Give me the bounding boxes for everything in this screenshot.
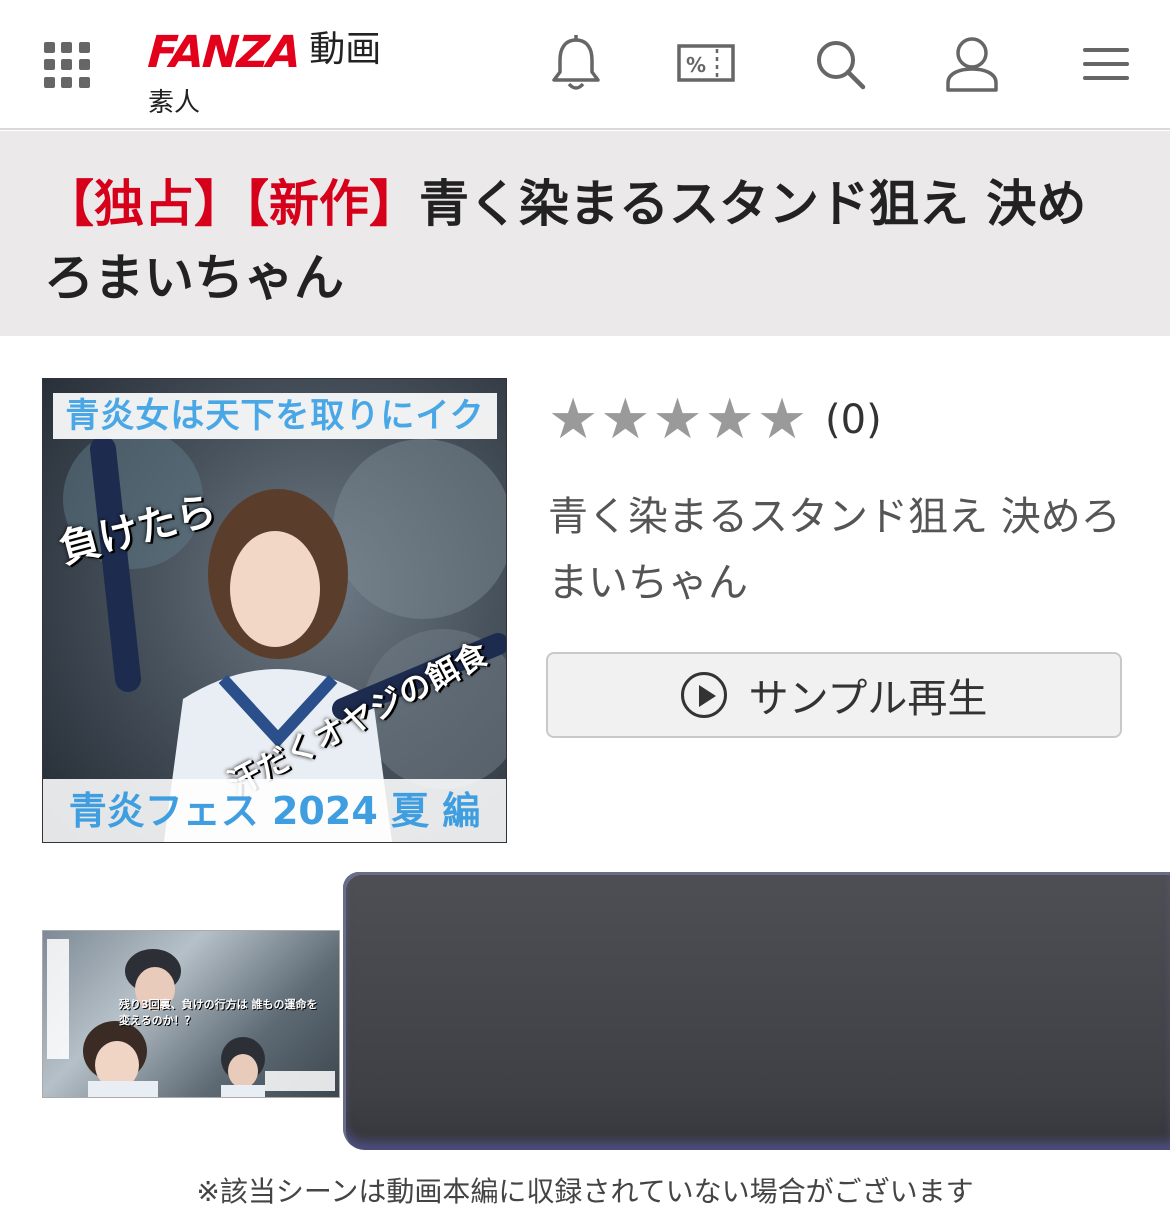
tag-new: 【新作】 xyxy=(244,175,419,233)
star-icon: ★ xyxy=(756,387,808,452)
scene-notice: ※該当シーンは動画本編に収録されていない場合がございます xyxy=(196,1175,974,1208)
rating[interactable]: ★ ★ ★ ★ ★ (0) xyxy=(548,392,882,448)
product-subtitle: 青く染まるスタンド狙え 決めろまいちゃん xyxy=(548,494,1121,606)
hamburger-menu-icon[interactable] xyxy=(1076,32,1136,96)
fanza-logo[interactable]: FANZA 動画 xyxy=(146,20,382,78)
app-header: FANZA 動画 素人 % xyxy=(0,0,1170,130)
star-icon: ★ xyxy=(704,387,755,452)
sample-play-label: サンプル再生 xyxy=(748,676,988,722)
cover-top-banner: 青炎女は天下を取りにイク xyxy=(53,393,497,439)
tag-exclusive: 【独占】 xyxy=(44,175,244,233)
logo-brand: FANZA xyxy=(146,27,302,78)
user-icon[interactable] xyxy=(942,32,1002,96)
product-cover-image[interactable]: 青炎女は天下を取りにイク 負けたら 汗だくオヤジの餌食 青炎フェス 2024 夏… xyxy=(42,378,507,843)
section-label[interactable]: 素人 xyxy=(148,82,200,119)
video-player-overlay[interactable] xyxy=(343,872,1170,1150)
sample-play-button[interactable]: サンプル再生 xyxy=(546,652,1122,738)
coupon-icon[interactable]: % xyxy=(676,32,736,96)
bell-icon[interactable] xyxy=(546,32,606,96)
star-icon: ★ xyxy=(600,387,651,452)
svg-text:%: % xyxy=(686,53,706,77)
rating-count: (0) xyxy=(825,397,882,443)
grid-menu-icon[interactable] xyxy=(44,42,90,88)
cover-bottom-banner: 青炎フェス 2024 夏 編 xyxy=(43,779,506,842)
logo-service: 動画 xyxy=(309,29,382,70)
thumbnail-corner-label xyxy=(265,1071,335,1091)
star-icon: ★ xyxy=(652,387,703,452)
sample-thumbnail[interactable]: 残り3回裏、負けの行方は 誰もの運命を変えるのか！？ xyxy=(42,930,340,1098)
rating-stars: ★ ★ ★ ★ ★ xyxy=(548,392,809,448)
page-title: 【独占】【新作】青く染まるスタンド狙え 決めろまいちゃん xyxy=(44,167,1126,315)
star-icon: ★ xyxy=(548,387,599,452)
title-band: 【独占】【新作】青く染まるスタンド狙え 決めろまいちゃん xyxy=(0,131,1170,336)
search-icon[interactable] xyxy=(810,32,870,96)
play-circle-icon xyxy=(680,672,727,718)
thumbnail-caption: 残り3回裏、負けの行方は 誰もの運命を変えるのか！？ xyxy=(119,998,318,1027)
